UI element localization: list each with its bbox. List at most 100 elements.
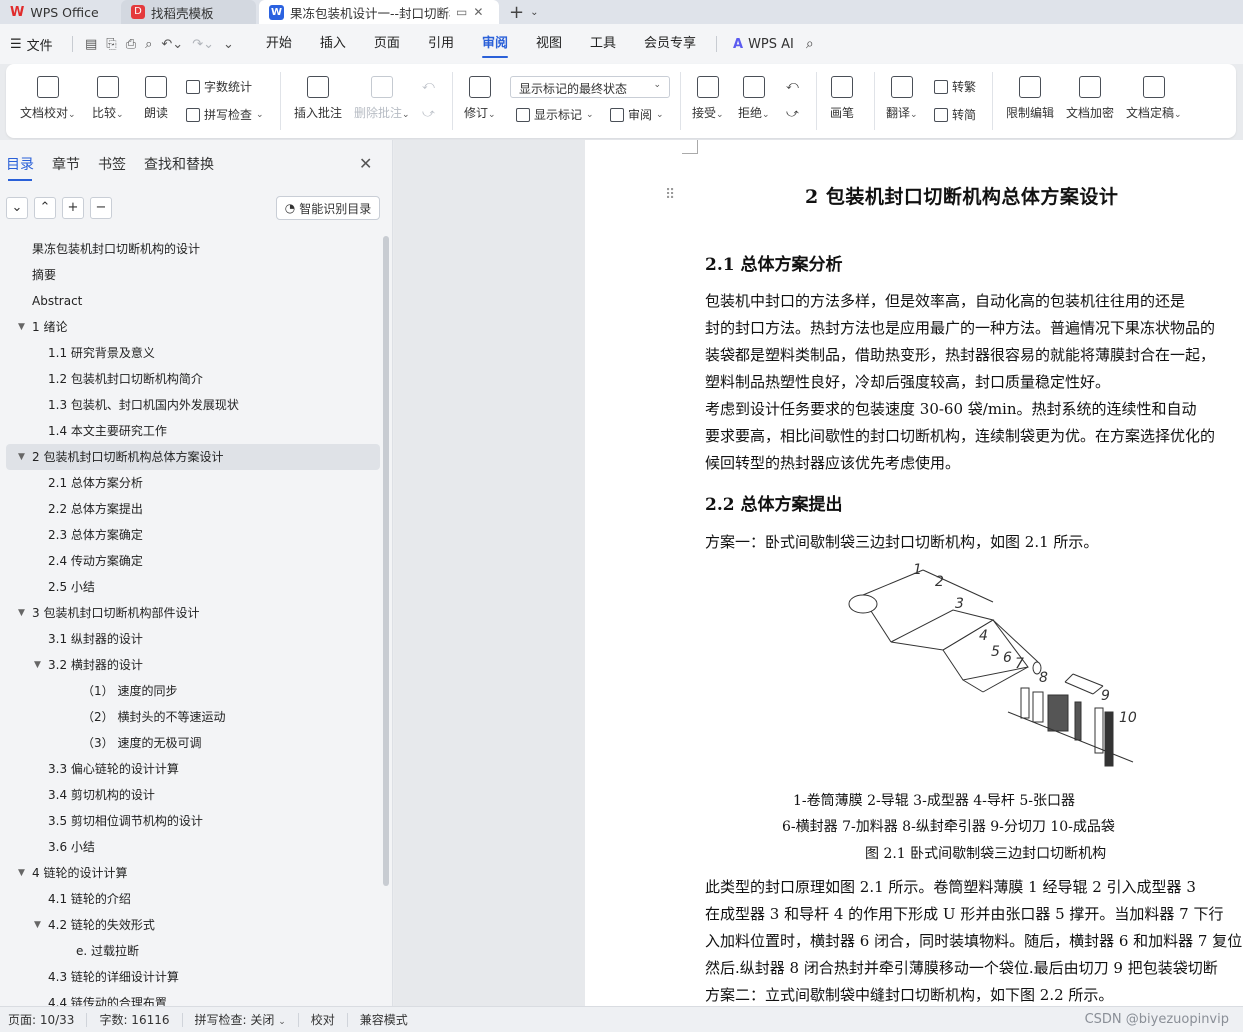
toc-item[interactable]: ▼ 3 包装机封口切断机构部件设计 [0,600,380,626]
spell-check-button[interactable]: 拼写检查 ⌄ [186,106,264,123]
word-count-indicator[interactable]: 字数: 16116 [87,1012,183,1027]
toc-item[interactable]: 4.1 链轮的介绍 [0,886,380,912]
to-traditional-button[interactable]: 转繁 [934,78,976,95]
prev-change-icon[interactable]: ⤺ [786,78,799,93]
smart-toc-button[interactable]: ◔ 智能识别目录 [276,196,380,220]
toc-item[interactable]: 2.2 总体方案提出 [0,496,380,522]
doc-proof-button[interactable]: 文档校对⌄ [20,76,76,121]
compare-button[interactable]: 比较⌄ [92,76,124,121]
close-tab-icon[interactable]: ✕ [473,5,483,19]
tab-references[interactable]: 引用 [414,24,468,64]
page-indicator[interactable]: 页面: 10/33 [0,1012,88,1027]
expand-toggle-icon[interactable]: ▼ [18,860,25,886]
toc-item[interactable]: 果冻包装机封口切断机构的设计 [0,236,380,262]
word-count-button[interactable]: 字数统计 [186,78,252,95]
toc-item[interactable]: 2.5 小结 [0,574,380,600]
monitor-icon[interactable]: ▭ [456,5,467,19]
tab-review[interactable]: 审阅 [468,24,522,64]
toc-item[interactable]: ▼ 4 链轮的设计计算 [0,860,380,886]
next-comment-icon[interactable]: ⤻ [422,106,435,121]
spell-check-indicator[interactable]: 拼写检查: 关闭 ⌄ [183,1012,299,1027]
expand-toggle-icon[interactable]: ▼ [18,600,25,626]
restrict-edit-button[interactable]: 限制编辑 [1006,76,1054,121]
undo-icon[interactable]: ↶⌄ [161,37,183,52]
to-simplified-button[interactable]: 转简 [934,106,976,123]
toc-item[interactable]: 摘要 [0,262,380,288]
expand-toggle-icon[interactable]: ▼ [18,314,25,340]
toc-item[interactable]: 1.4 本文主要研究工作 [0,418,380,444]
toc-item[interactable]: ▼ 1 绪论 [0,314,380,340]
reject-button[interactable]: 拒绝⌄ [738,76,770,121]
print-preview-icon[interactable]: ⌕ [145,37,152,52]
tab-page[interactable]: 页面 [360,24,414,64]
export-icon[interactable]: ⎘ [106,37,116,52]
chevron-up-icon[interactable]: ⌃ [34,197,56,219]
toc-item[interactable]: 1.2 包装机封口切断机构简介 [0,366,380,392]
toc-item[interactable]: e. 过载拉断 [0,938,380,964]
toc-item[interactable]: ▼ 4.2 链轮的失效形式 [0,912,380,938]
toc-item[interactable]: ▼ 3.2 横封器的设计 [0,652,380,678]
expand-toggle-icon[interactable]: ▼ [18,444,25,470]
toc-item[interactable]: （2） 横封头的不等速运动 [0,704,380,730]
expand-toggle-icon[interactable]: ▼ [34,652,41,678]
tab-find-replace[interactable]: 查找和替换 [144,154,214,174]
tab-toc[interactable]: 目录 [6,154,34,181]
minus-icon[interactable]: − [90,197,112,219]
redo-icon[interactable]: ↷⌄ [192,37,214,52]
close-icon[interactable]: ✕ [359,154,372,173]
toc-item[interactable]: （1） 速度的同步 [0,678,380,704]
toc-item[interactable]: 3.6 小结 [0,834,380,860]
tab-tools[interactable]: 工具 [576,24,630,64]
toc-item[interactable]: 1.3 包装机、封口机国内外发展现状 [0,392,380,418]
prev-comment-icon[interactable]: ⤺ [422,78,435,93]
wps-ai-button[interactable]: A WPS AI [733,37,794,52]
markup-mode-select[interactable]: 显示标记的最终状态 ⌄ [510,76,670,98]
ink-button[interactable]: 画笔 [830,76,854,121]
toc-item[interactable]: Abstract [0,288,380,314]
new-tab-button[interactable]: + ⌄ [499,0,548,24]
tab-insert[interactable]: 插入 [306,24,360,64]
insert-comment-button[interactable]: 插入批注 [294,76,342,121]
proof-indicator[interactable]: 校对 [299,1012,348,1027]
tab-home[interactable]: 开始 [252,24,306,64]
toc-item[interactable]: 1.1 研究背景及意义 [0,340,380,366]
translate-button[interactable]: 翻译⌄ [886,76,918,121]
tab-member[interactable]: 会员专享 [630,24,710,64]
tab-view[interactable]: 视图 [522,24,576,64]
encrypt-button[interactable]: 文档加密 [1066,76,1114,121]
track-changes-button[interactable]: 修订⌄ [464,76,496,121]
tab-sections[interactable]: 章节 [52,154,80,174]
drag-handle-icon[interactable]: ⠿ [665,187,675,203]
finalize-button[interactable]: 文档定稿⌄ [1126,76,1182,121]
toc-item[interactable]: 2.3 总体方案确定 [0,522,380,548]
accept-button[interactable]: 接受⌄ [692,76,724,121]
search-icon[interactable]: ⌕ [806,36,814,52]
toc-item[interactable]: 4.3 链轮的详细设计计算 [0,964,380,990]
toc-item[interactable]: 2.4 传动方案确定 [0,548,380,574]
read-aloud-button[interactable]: 朗读 [144,76,168,121]
chevron-down-icon[interactable]: ⌄ [6,197,28,219]
print-icon[interactable]: ⎙ [126,37,136,52]
tab-docer-templates[interactable]: D 找稻壳模板 [121,0,256,24]
file-menu[interactable]: ☰ 文件 [0,35,66,54]
toc-item[interactable]: 3.3 偏心链轮的设计计算 [0,756,380,782]
plus-icon[interactable]: + [62,197,84,219]
toc-item[interactable]: 2.1 总体方案分析 [0,470,380,496]
more-icon[interactable]: ⌄ [223,37,234,52]
expand-toggle-icon[interactable]: ▼ [34,912,41,938]
toc-item[interactable]: 3.4 剪切机构的设计 [0,782,380,808]
toc-item[interactable]: ▼ 2 包装机封口切断机构总体方案设计 [6,444,380,470]
scrollbar[interactable] [383,236,389,886]
show-markup-button[interactable]: 显示标记 ⌄ [516,106,594,123]
tab-document[interactable]: W 果冻包装机设计一--封口切断机 ▭ ✕ [259,0,499,24]
tab-bookmarks[interactable]: 书签 [98,154,126,174]
tab-wps-office[interactable]: W WPS Office [0,0,118,24]
toc-item[interactable]: 3.1 纵封器的设计 [0,626,380,652]
toc-item[interactable]: （3） 速度的无极可调 [0,730,380,756]
toc-item[interactable]: 3.5 剪切相位调节机构的设计 [0,808,380,834]
save-icon[interactable]: ▤ [85,37,97,52]
delete-comment-button[interactable]: 删除批注⌄ [354,76,410,121]
chevron-down-icon[interactable]: ⌄ [530,7,538,18]
review-pane-button[interactable]: 审阅 ⌄ [610,106,664,123]
next-change-icon[interactable]: ⤻ [786,106,799,121]
